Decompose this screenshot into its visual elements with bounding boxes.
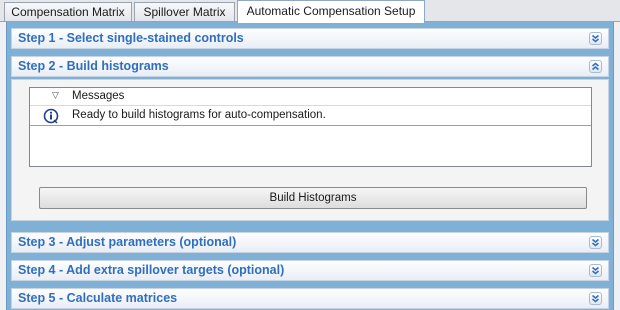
step-2-header[interactable]: Step 2 - Build histograms bbox=[11, 56, 609, 77]
step-4-header[interactable]: Step 4 - Add extra spillover targets (op… bbox=[11, 260, 609, 281]
step-5-header[interactable]: Step 5 - Calculate matrices bbox=[11, 288, 609, 309]
accordion-panel: Step 1 - Select single-stained controls … bbox=[6, 22, 614, 310]
step-3-header[interactable]: Step 3 - Adjust parameters (optional) bbox=[11, 232, 609, 253]
tab-automatic-compensation-setup[interactable]: Automatic Compensation Setup bbox=[237, 0, 425, 23]
sort-indicator-icon: ▽ bbox=[52, 90, 59, 100]
step-2-body: ▽ Messages Ready to build histograms for… bbox=[11, 79, 609, 221]
step-3-title: Step 3 - Adjust parameters (optional) bbox=[18, 235, 237, 249]
tab-compensation-matrix[interactable]: Compensation Matrix bbox=[4, 2, 132, 21]
chevron-double-down-icon[interactable] bbox=[589, 292, 602, 305]
step-5-title: Step 5 - Calculate matrices bbox=[18, 291, 178, 305]
tab-spillover-matrix[interactable]: Spillover Matrix bbox=[134, 2, 235, 21]
chevron-double-down-icon[interactable] bbox=[589, 264, 602, 277]
tab-strip: Compensation Matrix Spillover Matrix Aut… bbox=[0, 0, 620, 23]
message-text: Ready to build histograms for auto-compe… bbox=[72, 109, 326, 121]
messages-list[interactable]: ▽ Messages Ready to build histograms for… bbox=[29, 87, 592, 167]
messages-column-header[interactable]: ▽ Messages bbox=[30, 88, 591, 106]
chevron-double-down-icon[interactable] bbox=[589, 236, 602, 249]
step-1-title: Step 1 - Select single-stained controls bbox=[18, 31, 244, 45]
info-icon bbox=[43, 108, 59, 124]
build-histograms-button[interactable]: Build Histograms bbox=[39, 187, 587, 209]
step-4-title: Step 4 - Add extra spillover targets (op… bbox=[18, 263, 285, 277]
step-2-title: Step 2 - Build histograms bbox=[18, 59, 169, 73]
chevron-double-down-icon[interactable] bbox=[589, 32, 602, 45]
messages-column-label: Messages bbox=[72, 90, 125, 102]
chevron-double-up-icon[interactable] bbox=[589, 60, 602, 73]
step-1-header[interactable]: Step 1 - Select single-stained controls bbox=[11, 28, 609, 49]
message-row[interactable]: Ready to build histograms for auto-compe… bbox=[30, 106, 591, 126]
